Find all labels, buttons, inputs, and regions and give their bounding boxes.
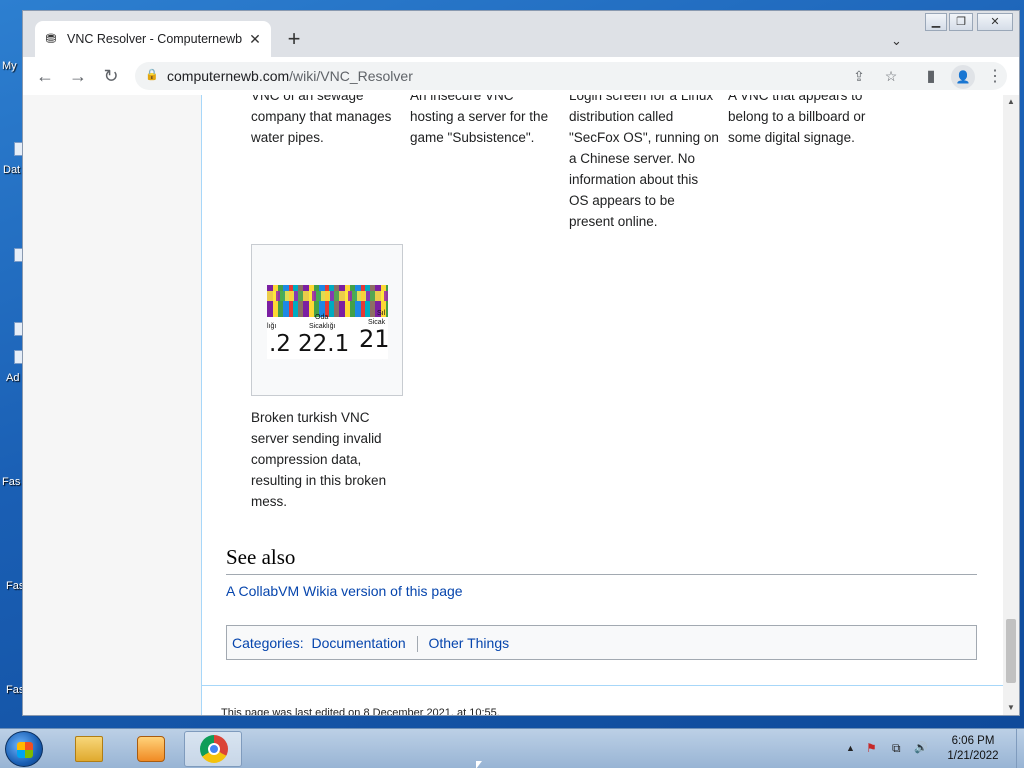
thumb-label: Sıl: [377, 310, 386, 317]
categories-label[interactable]: Categories:: [232, 635, 304, 651]
category-documentation[interactable]: Documentation: [311, 635, 405, 651]
minimize-button[interactable]: ▁: [925, 13, 947, 31]
volume-icon[interactable]: 🔊: [914, 741, 928, 754]
taskbar-explorer[interactable]: [60, 731, 118, 767]
thumb-value: .2: [269, 331, 291, 357]
wiki-favicon-icon: ⛃: [45, 31, 57, 46]
browser-window: ⛃ VNC Resolver - Computernewb W ✕ + ⌄ ▁ …: [22, 10, 1020, 716]
heading-divider: [226, 574, 977, 575]
page-viewport: VNC of an sewage company that manages wa…: [23, 95, 1003, 715]
scrollbar-thumb[interactable]: [1006, 619, 1016, 683]
content-border: [202, 685, 1003, 686]
clock-date: 1/21/2022: [947, 750, 999, 762]
categories-box: Categories: Documentation Other Things: [226, 625, 977, 660]
restore-button[interactable]: ❐: [949, 13, 973, 31]
url-host: computernewb.com: [167, 68, 290, 84]
url-path: /wiki/VNC_Resolver: [289, 68, 413, 84]
profile-avatar-icon[interactable]: 👤: [951, 65, 975, 89]
desktop-icon-label[interactable]: Fas: [2, 476, 24, 488]
share-icon[interactable]: ⇪: [849, 66, 869, 86]
scroll-up-arrow-icon[interactable]: ▲: [1003, 95, 1019, 109]
tab-active[interactable]: ⛃ VNC Resolver - Computernewb W ✕: [35, 21, 271, 57]
thumb-value: 22.1: [298, 331, 350, 357]
category-separator: [416, 636, 418, 653]
collabvm-wikia-link[interactable]: A CollabVM Wikia version of this page: [226, 583, 463, 599]
taskbar-chrome[interactable]: [184, 731, 242, 767]
wiki-content: VNC of an sewage company that manages wa…: [201, 95, 1003, 715]
folder-icon: [75, 736, 103, 762]
last-edited-footer: This page was last edited on 8 December …: [221, 707, 500, 715]
show-desktop-button[interactable]: [1016, 729, 1024, 768]
gallery-caption: Login screen for a Linux distribution ca…: [569, 95, 719, 229]
address-bar[interactable]: 🔒 computernewb.com/wiki/VNC_Resolver ⇪ ☆: [135, 62, 1007, 90]
gallery-caption: Broken turkish VNC server sending invali…: [251, 410, 387, 509]
category-other-things[interactable]: Other Things: [428, 635, 509, 651]
taskbar-media-player[interactable]: [122, 731, 180, 767]
gallery-caption: An insecure VNC hosting a server for the…: [410, 95, 549, 145]
tab-search-icon[interactable]: ⌄: [891, 33, 902, 49]
new-tab-button[interactable]: +: [281, 25, 307, 53]
side-panel-icon[interactable]: ▮: [919, 65, 943, 89]
start-button[interactable]: [5, 731, 43, 767]
reload-button[interactable]: ↻: [99, 65, 123, 89]
thumb-label: Oda: [315, 314, 329, 321]
vertical-scrollbar[interactable]: ▲ ▼: [1003, 95, 1019, 715]
network-icon[interactable]: ⧉: [892, 741, 901, 756]
menu-kebab-icon[interactable]: ⋮: [983, 65, 1007, 89]
close-tab-icon[interactable]: ✕: [247, 31, 263, 48]
lock-icon[interactable]: 🔒: [145, 68, 159, 82]
tab-strip: ⛃ VNC Resolver - Computernewb W ✕ + ⌄ ▁ …: [23, 11, 1019, 57]
windows-logo-icon: [17, 742, 33, 758]
thumb-value: 21: [359, 325, 388, 353]
forward-button[interactable]: →: [66, 65, 90, 89]
action-center-flag-icon[interactable]: ⚑: [866, 741, 877, 755]
gallery-thumbnail[interactable]: Oda Sicaklığı lığı Sicak Sıl .2 22.1 21: [251, 244, 403, 396]
back-button[interactable]: ←: [33, 65, 57, 89]
chrome-icon: [200, 735, 228, 763]
bookmark-star-icon[interactable]: ☆: [881, 66, 901, 86]
glitch-noise: [267, 291, 388, 301]
scroll-down-arrow-icon[interactable]: ▼: [1003, 701, 1019, 715]
mouse-cursor-icon: [476, 761, 482, 768]
glitch-noise: [267, 285, 388, 317]
close-window-button[interactable]: ✕: [977, 13, 1013, 31]
tray-overflow-arrow-icon[interactable]: ▲: [846, 743, 855, 753]
taskbar: ▲ ⚑ ⧉ 🔊 6:06 PM 1/21/2022: [0, 728, 1024, 768]
clock-time: 6:06 PM: [951, 735, 995, 747]
desktop-icon-label[interactable]: My: [2, 60, 24, 72]
browser-toolbar: ← → ↻ 🔒 computernewb.com/wiki/VNC_Resolv…: [23, 57, 1019, 95]
url-text[interactable]: computernewb.com/wiki/VNC_Resolver: [167, 68, 413, 84]
gallery-caption: A VNC that appears to belong to a billbo…: [728, 95, 866, 145]
see-also-heading: See also: [226, 545, 296, 569]
thumb-label: lığı: [267, 323, 277, 330]
gallery-caption: VNC of an sewage company that manages wa…: [251, 95, 392, 145]
tab-title: VNC Resolver - Computernewb W: [67, 32, 245, 46]
media-player-icon: [137, 736, 165, 762]
broken-vnc-screenshot[interactable]: Oda Sicaklığı lığı Sicak Sıl .2 22.1 21: [267, 285, 388, 359]
system-clock[interactable]: 6:06 PM 1/21/2022: [930, 734, 1016, 764]
thumb-label: Sicaklığı: [309, 323, 336, 330]
